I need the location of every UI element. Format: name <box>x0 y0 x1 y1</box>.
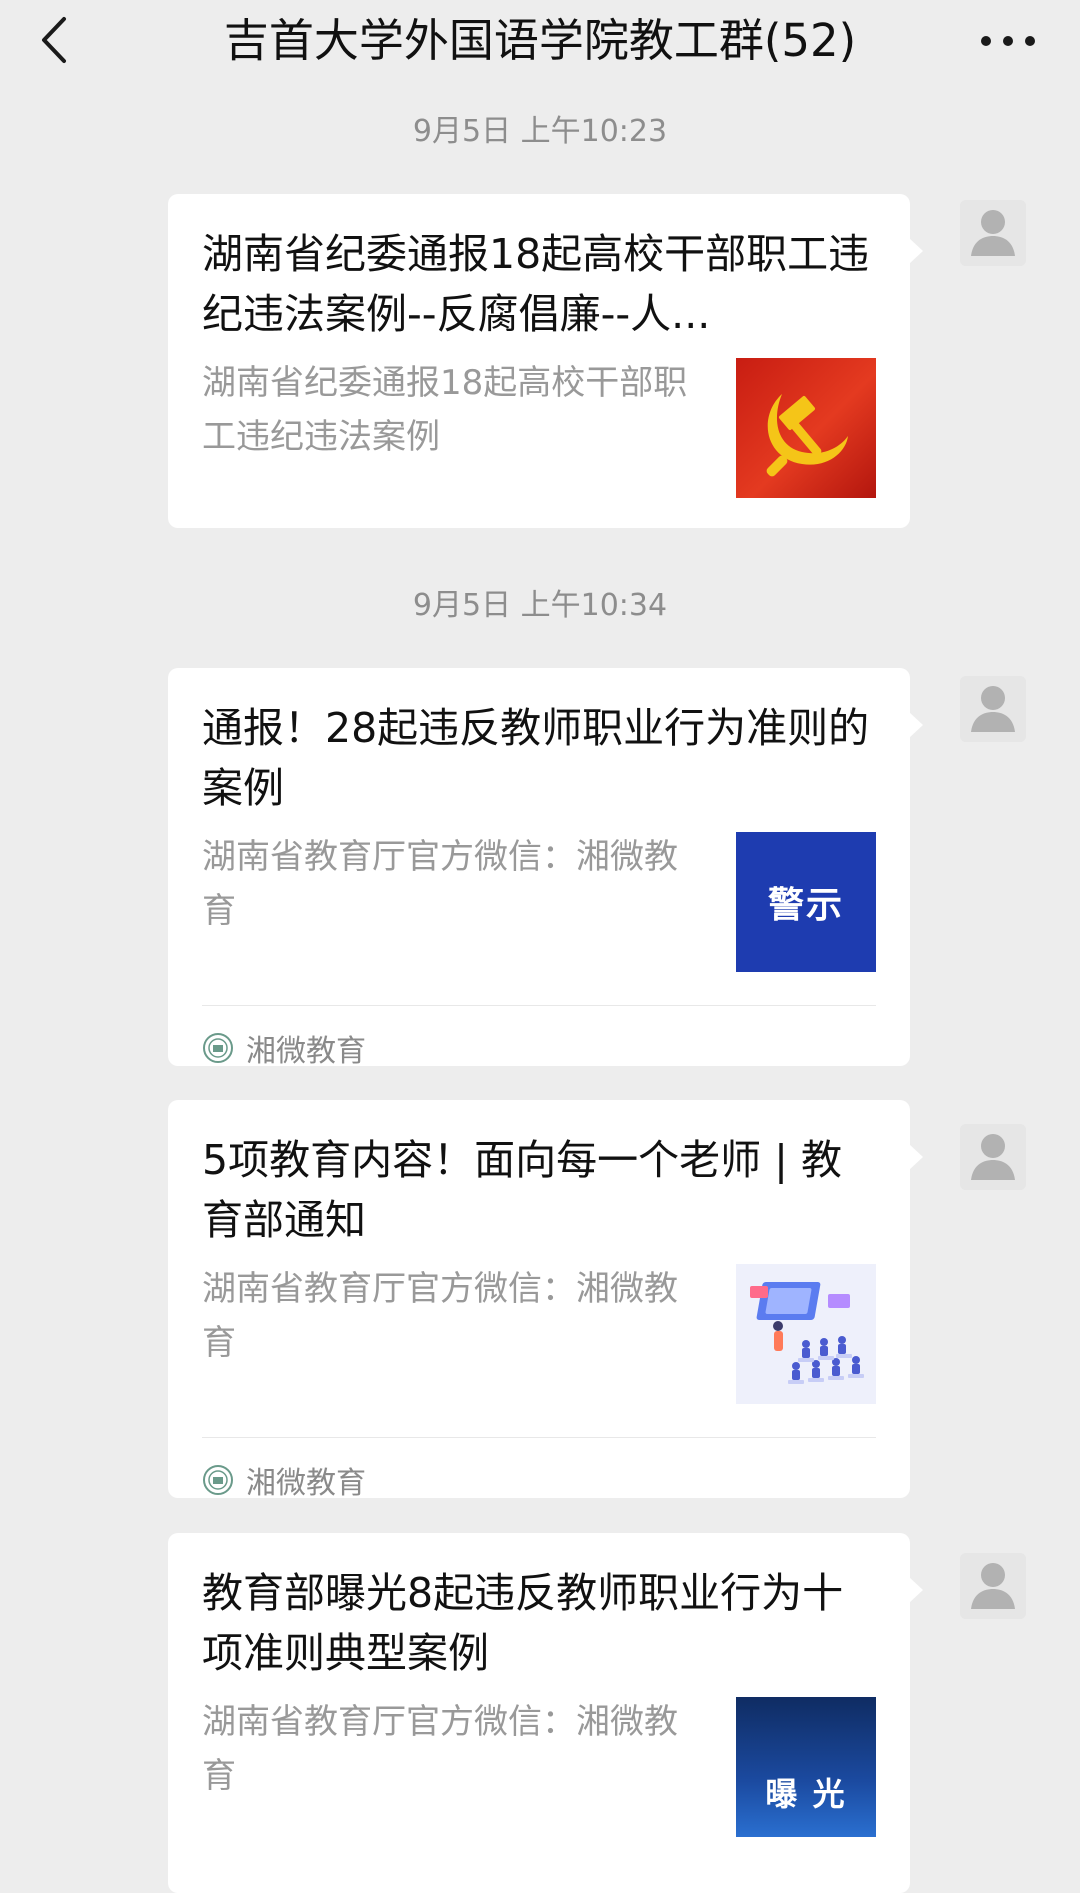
thumbnail-label: 曝 光 <box>765 1775 847 1813</box>
article-title: 湖南省纪委通报18起高校干部职工违纪违法案例--反腐倡廉--人... <box>202 230 870 338</box>
source-logo-icon <box>203 1033 233 1063</box>
bubble-tail <box>909 1144 923 1170</box>
article-card[interactable]: 教育部曝光8起违反教师职业行为十项准则典型案例 湖南省教育厅官方微信：湘微教育 … <box>168 1533 923 1893</box>
bubble-tail <box>909 712 923 738</box>
article-description: 湖南省教育厅官方微信：湘微教育 <box>202 1702 678 1796</box>
article-thumbnail <box>736 1264 876 1404</box>
article-thumbnail: 警示 <box>736 832 876 972</box>
more-button[interactable] <box>972 20 1044 62</box>
bubble-tail <box>909 238 923 264</box>
article-thumbnail <box>736 358 876 498</box>
article-source: 湘微教育 <box>202 1018 366 1078</box>
default-avatar-icon <box>960 676 1026 742</box>
article-description: 湖南省教育厅官方微信：湘微教育 <box>202 837 678 931</box>
sender-avatar[interactable] <box>960 1553 1026 1619</box>
default-avatar-icon <box>960 1124 1026 1190</box>
more-dots-icon <box>981 36 1035 46</box>
divider <box>202 1005 876 1006</box>
chevron-left-icon <box>42 17 66 63</box>
article-card[interactable]: 5项教育内容！面向每一个老师 | 教育部通知 湖南省教育厅官方微信：湘微教育 湘… <box>168 1100 923 1501</box>
article-card[interactable]: 湖南省纪委通报18起高校干部职工违纪违法案例--反腐倡廉--人... 湖南省纪委… <box>168 194 923 528</box>
hammer-sickle-icon <box>736 358 876 498</box>
default-avatar-icon <box>960 1553 1026 1619</box>
timestamp: 9月5日 上午10:23 <box>412 114 668 149</box>
article-thumbnail: 曝 光 <box>736 1697 876 1837</box>
sender-avatar[interactable] <box>960 1124 1026 1190</box>
thumbnail-label: 警示 <box>767 885 844 926</box>
bubble-tail <box>909 1577 923 1603</box>
top-bar: 吉首大学外国语学院教工群(52) <box>0 0 1080 84</box>
article-card[interactable]: 通报！28起违反教师职业行为准则的案例 湖南省教育厅官方微信：湘微教育 警示 湘… <box>168 668 923 1069</box>
divider <box>202 1437 876 1438</box>
source-name: 湘微教育 <box>246 1034 366 1069</box>
timestamp: 9月5日 上午10:34 <box>412 588 668 623</box>
source-name: 湘微教育 <box>246 1466 366 1501</box>
classroom-illustration-icon <box>736 1264 876 1404</box>
sender-avatar[interactable] <box>960 200 1026 266</box>
sender-avatar[interactable] <box>960 676 1026 742</box>
chat-title: 吉首大学外国语学院教工群(52) <box>223 14 857 67</box>
article-title: 通报！28起违反教师职业行为准则的案例 <box>202 704 870 812</box>
article-description: 湖南省教育厅官方微信：湘微教育 <box>202 1269 678 1363</box>
source-logo-icon <box>203 1465 233 1495</box>
article-title: 5项教育内容！面向每一个老师 | 教育部通知 <box>202 1136 842 1244</box>
default-avatar-icon <box>960 200 1026 266</box>
article-source: 湘微教育 <box>202 1450 366 1510</box>
article-title: 教育部曝光8起违反教师职业行为十项准则典型案例 <box>202 1569 844 1677</box>
back-button[interactable] <box>28 14 80 66</box>
article-description: 湖南省纪委通报18起高校干部职工违纪违法案例 <box>202 363 688 457</box>
